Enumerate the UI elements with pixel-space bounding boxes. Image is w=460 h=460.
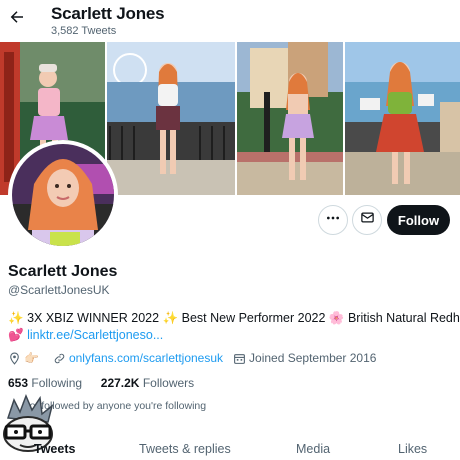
message-button[interactable] [352, 205, 382, 235]
location-text: 👉🏻 [24, 351, 39, 365]
follow-stats: 653 Following 227.2K Followers [8, 376, 194, 390]
profile-header: Scarlett Jones 3,582 Tweets [0, 0, 460, 42]
arrow-left-icon [8, 8, 26, 31]
more-button[interactable] [318, 205, 348, 235]
bio-text: Best New Performer 2022 [181, 311, 326, 325]
flower-emoji: 🌸 [328, 311, 345, 325]
tweet-count: 3,582 Tweets [51, 25, 117, 37]
bio-text: British Natural Redhead [347, 311, 460, 325]
followers-link[interactable]: 227.2K Followers [101, 376, 194, 390]
profile-bio: ✨ 3X XBIZ WINNER 2022 ✨ Best New Perform… [8, 310, 460, 344]
bio-text: 3X XBIZ WINNER 2022 [27, 311, 160, 325]
tab-tweets[interactable]: Tweets [34, 442, 75, 456]
back-button[interactable] [6, 8, 28, 30]
profile-name: Scarlett Jones [8, 263, 118, 280]
sparkle-emoji: ✨ [8, 311, 24, 325]
envelope-icon [360, 210, 375, 230]
website-link[interactable]: onlyfans.com/scarlettjonesuk [69, 351, 223, 365]
tab-tweets-and-replies[interactable]: Tweets & replies [139, 442, 231, 456]
header-name: Scarlett Jones [51, 4, 165, 23]
following-link[interactable]: 653 Following [8, 376, 82, 390]
calendar-icon [233, 352, 246, 365]
location-pin-icon [8, 352, 21, 365]
tab-media[interactable]: Media [296, 442, 330, 456]
followers-count: 227.2K [100, 376, 140, 390]
sparkle-emoji: ✨ [162, 311, 179, 325]
profile-handle: @ScarlettJonesUK [8, 283, 110, 297]
avatar[interactable] [8, 140, 118, 250]
link-icon [53, 352, 66, 365]
joined-date: Joined September 2016 [249, 351, 377, 365]
following-count: 653 [8, 376, 29, 390]
follow-button[interactable]: Follow [387, 205, 450, 235]
tab-likes[interactable]: Likes [398, 442, 427, 456]
hearts-emoji: 💕 [8, 328, 24, 342]
followers-label: Followers [142, 376, 195, 390]
following-label: Following [31, 376, 83, 390]
ellipsis-icon [325, 210, 341, 231]
profile-tabs: Tweets Tweets & replies Media Likes [0, 438, 460, 460]
bio-link[interactable]: linktr.ee/Scarlettjoneso... [27, 328, 163, 342]
profile-meta: 👉🏻 onlyfans.com/scarlettjonesuk Joined S… [8, 350, 376, 366]
